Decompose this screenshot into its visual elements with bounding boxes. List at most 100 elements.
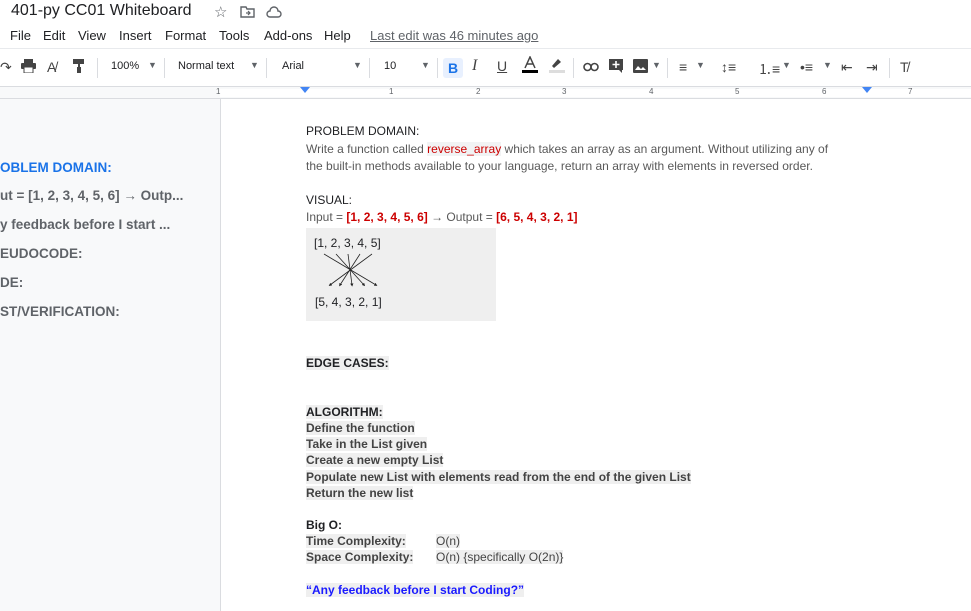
document-outline: OBLEM DOMAIN: ut = [1, 2, 3, 4, 5, 6] → … <box>0 99 220 611</box>
spellcheck-icon[interactable]: A̸ <box>47 59 56 75</box>
cloud-status-icon[interactable] <box>266 5 282 22</box>
toolbar-divider <box>573 58 574 78</box>
problem-text: which takes an array as an argument. Wit… <box>501 142 829 156</box>
output-array: [6, 5, 4, 3, 2, 1] <box>496 210 578 224</box>
function-name: reverse_array <box>427 142 502 156</box>
align-caret-icon[interactable]: ▼ <box>696 60 705 70</box>
font-caret-icon[interactable]: ▼ <box>353 60 362 70</box>
text-color-icon[interactable] <box>522 55 538 77</box>
font-select[interactable]: Arial <box>282 60 304 72</box>
menu-addons[interactable]: Add-ons <box>264 28 312 43</box>
space-complexity-label: Space Complexity: <box>306 550 414 564</box>
outline-item-pseudocode[interactable]: EUDOCODE: <box>0 246 210 261</box>
menu-edit[interactable]: Edit <box>43 28 65 43</box>
problem-description-line2: the built-in methods available to your l… <box>306 159 813 173</box>
underline-icon[interactable]: U <box>497 58 507 74</box>
menu-tools[interactable]: Tools <box>219 28 249 43</box>
line-spacing-icon[interactable]: ↕≡ <box>721 59 736 75</box>
ruler-number: 1 <box>216 87 221 96</box>
zoom-caret-icon[interactable]: ▼ <box>148 60 157 70</box>
toolbar-divider <box>164 58 165 78</box>
last-edit-link[interactable]: Last edit was 46 minutes ago <box>370 28 538 43</box>
decrease-indent-icon[interactable]: ⇤ <box>841 59 853 76</box>
align-icon[interactable]: ≡ <box>679 59 687 75</box>
edge-cases-heading: EDGE CASES: <box>306 356 389 370</box>
input-array: [1, 2, 3, 4, 5, 6] <box>346 210 428 224</box>
toolbar: ↷ A̸ 100% ▼ Normal text ▼ Arial ▼ 10 ▼ I… <box>0 49 971 87</box>
output-label: → Output = <box>427 210 497 224</box>
ruler-number: 1 <box>389 87 394 96</box>
space-complexity-value: O(n) {specifically O(2n)} <box>436 550 564 564</box>
diagram-bottom-array: [5, 4, 3, 2, 1] <box>315 295 382 309</box>
outline-item-feedback[interactable]: y feedback before I start ... <box>0 217 210 232</box>
toolbar-divider <box>369 58 370 78</box>
time-complexity-value: O(n) <box>436 534 460 548</box>
italic-icon[interactable]: I <box>472 57 477 75</box>
image-caret-icon[interactable]: ▼ <box>652 60 661 70</box>
input-label: Input = <box>306 210 347 224</box>
menu-file[interactable]: File <box>10 28 31 43</box>
outline-item-code[interactable]: DE: <box>0 275 210 290</box>
menu-view[interactable]: View <box>78 28 106 43</box>
outline-item-input-output[interactable]: ut = [1, 2, 3, 4, 5, 6] → Outp... <box>0 188 210 203</box>
toolbar-divider <box>667 58 668 78</box>
visual-diagram[interactable]: [1, 2, 3, 4, 5] [5, 4, 3, 2, 1] <box>306 228 496 321</box>
paint-format-icon[interactable] <box>73 59 85 76</box>
font-size-select[interactable]: 10 <box>384 60 396 72</box>
star-icon[interactable]: ☆ <box>214 3 227 21</box>
doc-title[interactable]: 401-py CC01 Whiteboard <box>11 2 192 20</box>
algorithm-heading: ALGORITHM: <box>306 405 383 419</box>
bulleted-list-caret-icon[interactable]: ▼ <box>823 60 832 70</box>
right-indent-marker[interactable] <box>862 87 872 93</box>
algorithm-step: Return the new list <box>306 486 414 500</box>
problem-description-line1: Write a function called reverse_array wh… <box>306 142 828 156</box>
toolbar-divider <box>97 58 98 78</box>
ruler-number: 7 <box>908 87 913 96</box>
visual-heading: VISUAL: <box>306 193 353 207</box>
algorithm-step: Populate new List with elements read fro… <box>306 470 691 484</box>
left-indent-marker[interactable] <box>300 87 310 93</box>
problem-domain-heading: PROBLEM DOMAIN: <box>306 124 420 138</box>
algorithm-step: Take in the List given <box>306 437 428 451</box>
problem-text: Write a function called <box>306 142 428 156</box>
menu-insert[interactable]: Insert <box>119 28 152 43</box>
highlight-color-icon[interactable] <box>549 57 565 76</box>
algorithm-step: Define the function <box>306 421 415 435</box>
insert-image-icon[interactable] <box>633 59 648 76</box>
menu-format[interactable]: Format <box>165 28 206 43</box>
toolbar-divider <box>437 58 438 78</box>
bold-icon[interactable]: B <box>443 58 463 78</box>
bulleted-list-icon[interactable]: •≡ <box>800 59 813 75</box>
increase-indent-icon[interactable]: ⇥ <box>866 59 878 76</box>
style-select[interactable]: Normal text <box>178 60 234 72</box>
ruler-number: 6 <box>822 87 827 96</box>
numbered-list-icon[interactable]: ⒈≡ <box>758 59 780 79</box>
outline-item-test-verification[interactable]: ST/VERIFICATION: <box>0 304 210 319</box>
menu-bar: File Edit View Insert Format Tools Add-o… <box>0 26 971 49</box>
big-o-heading: Big O: <box>306 518 342 532</box>
link-icon[interactable] <box>583 59 599 75</box>
add-comment-icon[interactable] <box>609 59 623 76</box>
title-bar: 401-py CC01 Whiteboard ☆ <box>0 0 971 26</box>
print-icon[interactable] <box>21 59 36 76</box>
menu-help[interactable]: Help <box>324 28 351 43</box>
clear-formatting-icon[interactable]: T̸ <box>900 59 909 75</box>
toolbar-divider <box>266 58 267 78</box>
ruler-number: 3 <box>562 87 567 96</box>
font-size-caret-icon[interactable]: ▼ <box>421 60 430 70</box>
time-complexity-label: Time Complexity: <box>306 534 406 548</box>
ruler: 1 1 2 3 4 5 6 7 <box>0 87 971 99</box>
ruler-number: 5 <box>735 87 740 96</box>
toolbar-divider <box>889 58 890 78</box>
ruler-track <box>220 89 971 97</box>
numbered-list-caret-icon[interactable]: ▼ <box>782 60 791 70</box>
ruler-number: 2 <box>476 87 481 96</box>
style-caret-icon[interactable]: ▼ <box>250 60 259 70</box>
redo-icon[interactable]: ↷ <box>0 59 12 76</box>
outline-item-problem-domain[interactable]: OBLEM DOMAIN: <box>0 160 210 175</box>
visual-input-output: Input = [1, 2, 3, 4, 5, 6] → Output = [6… <box>306 210 578 224</box>
algorithm-step: Create a new empty List <box>306 453 444 467</box>
zoom-select[interactable]: 100% <box>111 60 139 72</box>
move-folder-icon[interactable] <box>240 5 255 22</box>
ruler-number: 4 <box>649 87 654 96</box>
